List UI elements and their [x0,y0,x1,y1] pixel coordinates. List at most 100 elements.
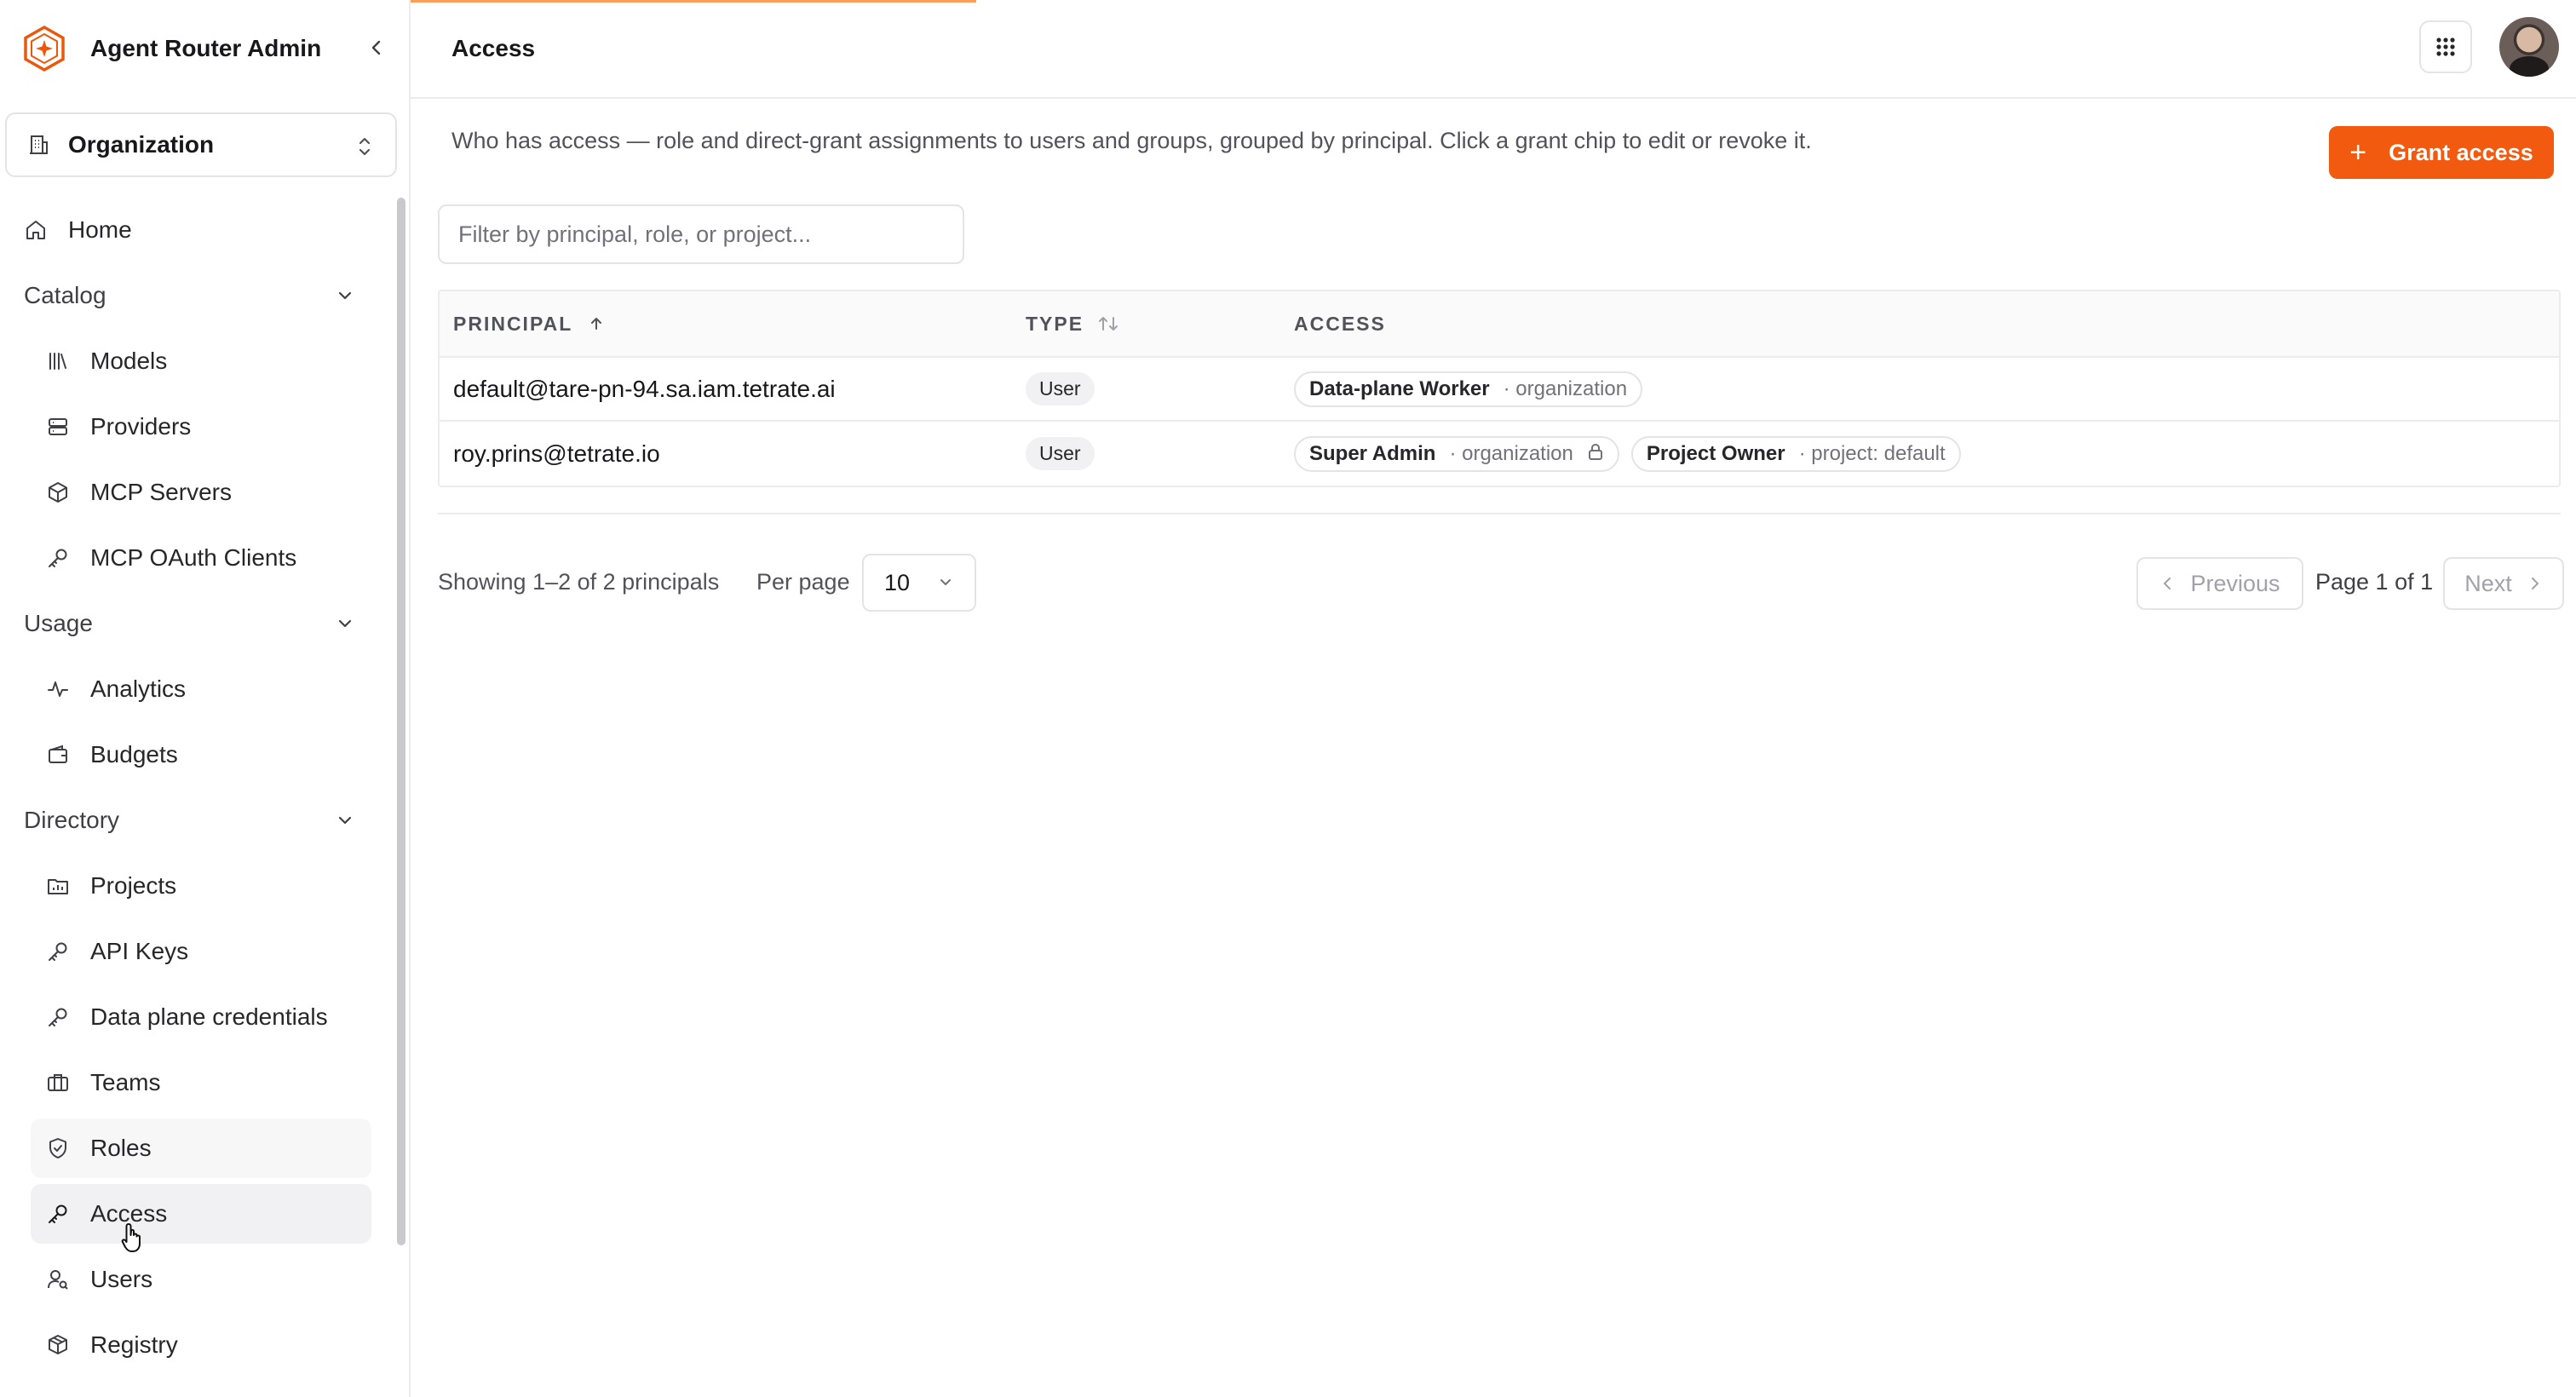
loading-progress-bar [411,0,976,3]
sidebar-item-teams[interactable]: Teams [31,1053,371,1112]
type-badge: User [1026,437,1095,470]
grant-chip[interactable]: Project Owner · project: default [1630,435,1961,472]
pagination-summary: Showing 1–2 of 2 principals [438,569,720,595]
boxes-icon [46,1333,70,1357]
sidebar-nav: Home Catalog Models Providers MCP Server… [0,194,392,1375]
table-header: PRINCIPAL TYPE ACCESS [440,291,2559,358]
table-row: default@tare-pn-94.sa.iam.tetrate.ai Use… [440,358,2559,422]
sidebar-item-budgets[interactable]: Budgets [31,725,371,785]
collapse-sidebar-button[interactable] [361,32,392,63]
sidebar-item-providers[interactable]: Providers [31,397,371,457]
principal-name: roy.prins@tetrate.io [453,440,660,467]
user-avatar[interactable] [2499,17,2559,77]
sidebar-item-mcp-servers[interactable]: MCP Servers [31,463,371,522]
brand: Agent Router Admin [0,0,409,97]
previous-label: Previous [2190,570,2280,596]
grant-access-label: Grant access [2389,139,2533,165]
agent-router-logo-icon [20,25,68,72]
sidebar-item-label: Registry [90,1331,178,1358]
sidebar-item-mcp-oauth-clients[interactable]: MCP OAuth Clients [31,528,371,588]
sidebar-item-models[interactable]: Models [31,331,371,391]
column-header-principal[interactable]: PRINCIPAL [440,313,1026,336]
column-header-label: TYPE [1026,312,1084,335]
next-page-button[interactable]: Next [2443,557,2564,610]
grant-chip[interactable]: Super Admin · organization [1294,435,1619,472]
hand-pointer-cursor-icon [121,1222,147,1258]
folder-chart-icon [46,874,70,898]
per-page-value: 10 [884,569,911,595]
apps-launcher-button[interactable] [2419,20,2472,73]
sidebar-item-label: Roles [90,1135,152,1161]
chevrons-up-down-icon [354,135,375,163]
column-header-label: PRINCIPAL [453,312,573,335]
lock-icon [1587,442,1604,465]
sidebar-item-access[interactable]: Access [31,1184,371,1244]
column-header-type[interactable]: TYPE [1026,313,1294,336]
grant-chip[interactable]: Data-plane Worker · organization [1294,371,1643,407]
sidebar-item-data-plane-credentials[interactable]: Data plane credentials [31,987,371,1047]
sidebar-item-label: MCP OAuth Clients [90,544,297,571]
grid-icon [2436,37,2455,56]
grant-scope: · organization [1449,441,1573,465]
sidebar-item-roles[interactable]: Roles [31,1118,371,1178]
chevron-down-icon [338,291,352,300]
sidebar: Agent Router Admin Organization Home Cat… [0,0,411,1397]
sidebar-item-label: API Keys [90,938,189,964]
table-row: roy.prins@tetrate.io User Super Admin · … [440,422,2559,486]
sort-ascending-icon [591,318,602,330]
section-usage[interactable]: Usage [0,594,392,653]
sidebar-item-label: Users [90,1266,153,1292]
sidebar-item-label: MCP Servers [90,479,232,505]
section-label: Usage [24,610,93,636]
app-root: Agent Router Admin Organization Home Cat… [0,0,2576,1397]
section-divider [438,513,2561,515]
key-icon [46,940,70,963]
previous-page-button[interactable]: Previous [2136,557,2303,610]
chevron-down-icon [338,619,352,628]
grant-access-button[interactable]: + Grant access [2329,126,2554,179]
sidebar-item-registry[interactable]: Registry [31,1315,371,1375]
key-icon [46,546,70,570]
topbar: Access [411,0,2576,99]
section-catalog[interactable]: Catalog [0,266,392,325]
plus-icon: + [2349,136,2367,169]
sidebar-item-label: Data plane credentials [90,1003,328,1030]
sidebar-item-users[interactable]: Users [31,1250,371,1309]
page-title: Access [451,35,536,61]
sidebar-scrollbar[interactable] [397,198,405,1245]
package-icon [46,480,70,504]
sidebar-item-label: Home [68,216,132,243]
wallet-icon [46,743,70,767]
grant-role: Project Owner [1646,441,1785,465]
filter-input[interactable] [438,204,964,264]
sidebar-item-projects[interactable]: Projects [31,856,371,916]
sort-toggle-icon [1099,317,1118,331]
home-icon [24,218,48,242]
sidebar-item-label: Analytics [90,676,187,702]
sidebar-item-api-keys[interactable]: API Keys [31,922,371,981]
chevron-down-icon [338,816,352,825]
chevron-down-icon [940,579,951,585]
sidebar-item-home[interactable]: Home [9,200,371,260]
per-page-label: Per page [756,569,850,595]
building-icon [27,133,51,157]
chevron-left-icon [2164,578,2171,589]
section-label: Catalog [24,282,106,308]
section-directory[interactable]: Directory [0,790,392,850]
sidebar-item-analytics[interactable]: Analytics [31,659,371,719]
library-icon [46,349,70,373]
organization-label: Organization [68,131,215,158]
shield-check-icon [46,1136,70,1160]
page-description: Who has access — role and direct-grant a… [451,128,1812,153]
organization-selector[interactable]: Organization [5,112,397,177]
sidebar-item-label: Budgets [90,741,178,767]
per-page-select[interactable]: 10 [862,554,976,612]
sidebar-item-label: Providers [90,413,192,440]
chevron-right-icon [2531,578,2539,589]
user-search-icon [46,1268,70,1291]
main-content: Access Who has access — role and direct-… [411,0,2576,1397]
sidebar-item-label: Projects [90,872,177,899]
app-title: Agent Router Admin [90,35,322,61]
sidebar-item-label: Models [90,348,168,374]
server-icon [46,415,70,439]
